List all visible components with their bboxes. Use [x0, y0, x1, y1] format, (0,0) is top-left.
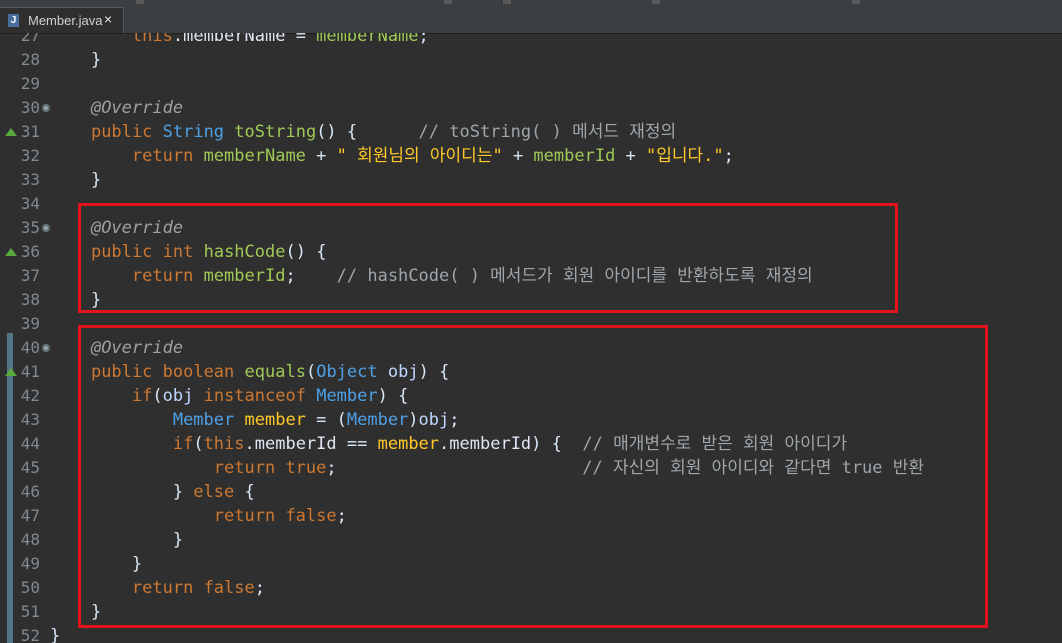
- line-gutter: 49: [0, 552, 44, 576]
- line-number: 31: [20, 122, 40, 141]
- code-text: this.memberName = memberName;: [131, 33, 429, 46]
- code-line: 31 public String toString() { // toStrin…: [0, 120, 1062, 144]
- line-gutter: 32: [0, 144, 44, 168]
- code-line: 33 }: [0, 168, 1062, 192]
- code-text: @Override: [90, 98, 184, 118]
- line-gutter: 39: [0, 312, 44, 336]
- tab-label: Member.java: [28, 13, 103, 28]
- line-number: 43: [20, 410, 40, 429]
- code-line: 32 return memberName + " 회원님의 아이디는" + me…: [0, 144, 1062, 168]
- code-line: 29: [0, 72, 1062, 96]
- line-gutter: 29: [0, 72, 44, 96]
- line-number: 27: [20, 33, 40, 45]
- line-number: 34: [20, 194, 40, 213]
- line-number: 28: [20, 50, 40, 69]
- line-gutter: 44: [0, 432, 44, 456]
- line-gutter: 34: [0, 192, 44, 216]
- line-gutter: 33: [0, 168, 44, 192]
- toolbar-fragment: [652, 0, 660, 4]
- line-number: 32: [20, 146, 40, 165]
- line-number: 51: [20, 602, 40, 621]
- line-gutter: 48: [0, 528, 44, 552]
- line-number: 49: [20, 554, 40, 573]
- line-gutter: 41: [0, 360, 44, 384]
- java-file-icon: J: [8, 14, 19, 27]
- line-number: 39: [20, 314, 40, 333]
- line-number: 44: [20, 434, 40, 453]
- line-gutter: 51: [0, 600, 44, 624]
- line-number: 36: [20, 242, 40, 261]
- line-gutter: 38: [0, 288, 44, 312]
- override-marker-icon[interactable]: [5, 368, 17, 376]
- close-icon[interactable]: ×: [104, 11, 112, 27]
- code-line: 27 this.memberName = memberName;: [0, 33, 1062, 48]
- code-line: 30 @Override: [0, 96, 1062, 120]
- line-number: 45: [20, 458, 40, 477]
- line-gutter: 43: [0, 408, 44, 432]
- code-text: public String toString() { // toString( …: [90, 122, 677, 142]
- line-gutter: 47: [0, 504, 44, 528]
- line-gutter: 50: [0, 576, 44, 600]
- highlight-box-equals: [78, 325, 988, 628]
- line-gutter: 31: [0, 120, 44, 144]
- line-number: 30: [20, 98, 40, 117]
- line-number: 46: [20, 482, 40, 501]
- code-text: }: [50, 170, 102, 190]
- line-number: 29: [20, 74, 40, 93]
- code-text: }: [50, 50, 102, 70]
- line-gutter: 30: [0, 96, 50, 120]
- override-marker-icon[interactable]: [5, 128, 17, 136]
- highlight-box-hashcode: [78, 203, 898, 313]
- line-number: 37: [20, 266, 40, 285]
- editor-tab-bar: J Member.java ×: [0, 0, 1062, 34]
- fold-toggle-icon[interactable]: [42, 344, 50, 352]
- line-number: 35: [20, 218, 40, 237]
- line-number: 38: [20, 290, 40, 309]
- toolbar-fragment: [503, 0, 511, 4]
- line-gutter: 46: [0, 480, 44, 504]
- line-number: 41: [20, 362, 40, 381]
- toolbar-fragment: [852, 0, 860, 4]
- fold-toggle-icon[interactable]: [42, 224, 50, 232]
- line-gutter: 40: [0, 336, 50, 360]
- code-editor[interactable]: 27 this.memberName = memberName; 28 } 29 30…: [0, 33, 1062, 643]
- line-number: 50: [20, 578, 40, 597]
- line-number: 48: [20, 530, 40, 549]
- line-gutter: 35: [0, 216, 50, 240]
- line-number: 52: [20, 626, 40, 643]
- line-number: 47: [20, 506, 40, 525]
- line-gutter: 27: [0, 33, 44, 48]
- line-number: 42: [20, 386, 40, 405]
- toolbar-fragment: [444, 0, 452, 4]
- code-text: return memberName + " 회원님의 아이디는" + membe…: [131, 146, 734, 166]
- line-gutter: 52: [0, 624, 44, 643]
- line-number: 40: [20, 338, 40, 357]
- code-line: 28 }: [0, 48, 1062, 72]
- line-gutter: 36: [0, 240, 44, 264]
- fold-toggle-icon[interactable]: [42, 104, 50, 112]
- line-gutter: 28: [0, 48, 44, 72]
- tab-member-java[interactable]: J Member.java ×: [0, 7, 124, 33]
- line-gutter: 37: [0, 264, 44, 288]
- toolbar-fragment: [136, 0, 144, 4]
- line-gutter: 42: [0, 384, 44, 408]
- line-gutter: 45: [0, 456, 44, 480]
- override-marker-icon[interactable]: [5, 248, 17, 256]
- code-text: }: [50, 626, 61, 643]
- line-number: 33: [20, 170, 40, 189]
